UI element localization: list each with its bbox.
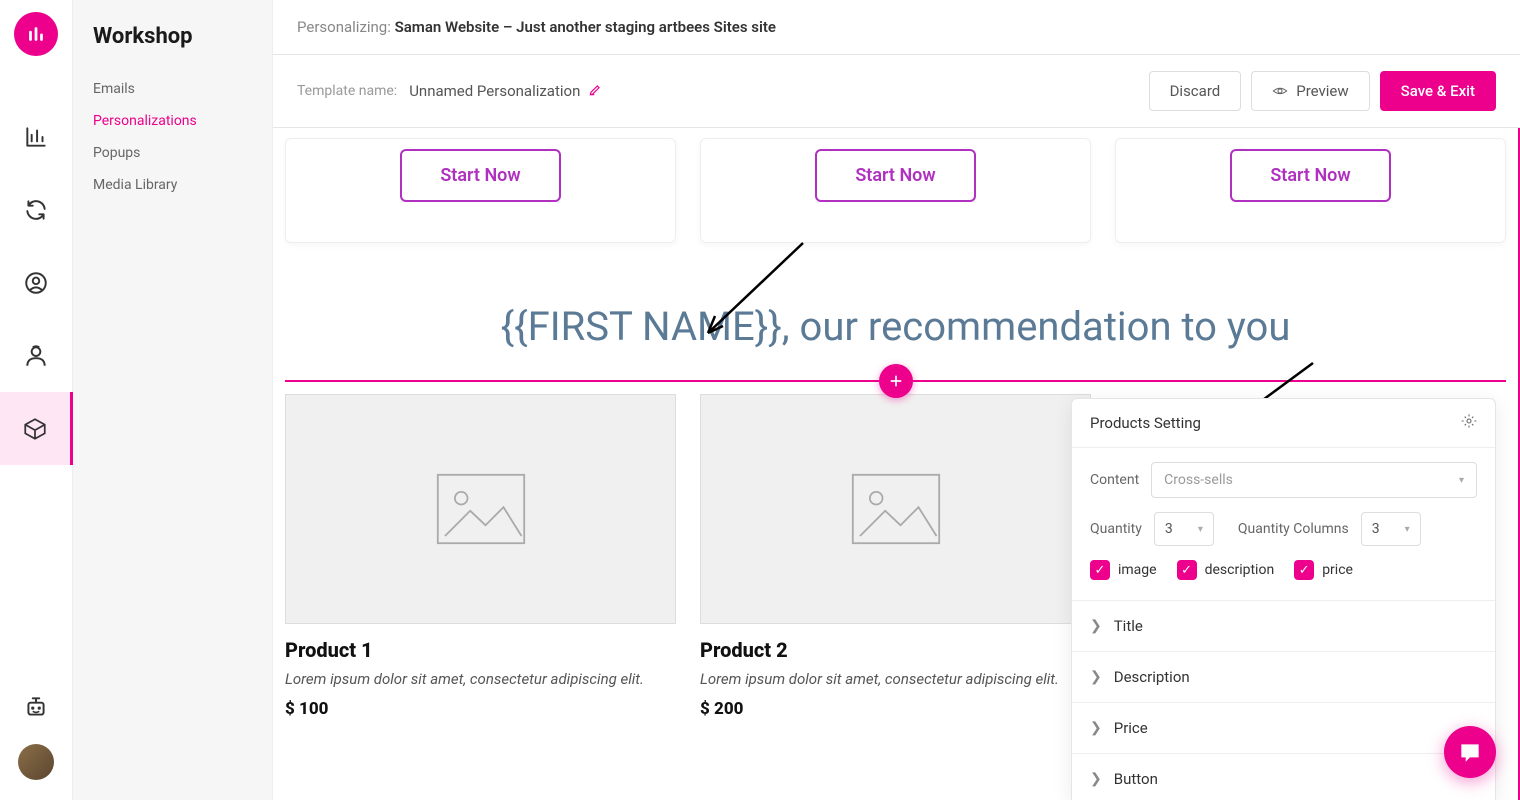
start-now-button[interactable]: Start Now (400, 149, 560, 202)
nav-analytics[interactable] (0, 100, 73, 173)
nav-people[interactable] (0, 319, 73, 392)
promo-card: Start Now (285, 138, 676, 243)
content-select[interactable]: Cross-sells ▾ (1151, 462, 1477, 498)
product-card: Product 1 Lorem ipsum dolor sit amet, co… (285, 394, 676, 744)
description-checkbox[interactable]: ✓ (1177, 560, 1197, 580)
recommendation-headline: {{FIRST NAME}}, our recommendation to yo… (285, 303, 1506, 350)
sidebar: Workshop Emails Personalizations Popups … (73, 0, 273, 800)
product-image-placeholder (700, 394, 1091, 624)
nav-sync[interactable] (0, 173, 73, 246)
accordion-title[interactable]: ❯ Title (1072, 600, 1495, 651)
sidebar-item-personalizations[interactable]: Personalizations (93, 105, 252, 137)
accordion-description[interactable]: ❯ Description (1072, 651, 1495, 702)
description-check-label: description (1205, 562, 1275, 578)
add-section-button[interactable] (879, 364, 913, 398)
columns-select[interactable]: 3 ▾ (1361, 512, 1421, 546)
content-label: Content (1090, 472, 1139, 488)
accordion-price[interactable]: ❯ Price (1072, 702, 1495, 753)
columns-label: Quantity Columns (1238, 521, 1349, 537)
chevron-right-icon: ❯ (1090, 771, 1102, 787)
sidebar-item-emails[interactable]: Emails (93, 73, 252, 105)
chevron-right-icon: ❯ (1090, 720, 1102, 736)
nav-products[interactable] (0, 392, 73, 465)
sidebar-item-media[interactable]: Media Library (93, 169, 252, 201)
topbar-template: Template name: Unnamed Personalization D… (273, 55, 1520, 128)
product-title: Product 1 (285, 638, 676, 662)
price-check-label: price (1322, 562, 1353, 578)
chevron-down-icon: ▾ (1405, 524, 1410, 535)
sidebar-title: Workshop (93, 24, 252, 49)
edit-name-icon[interactable] (588, 82, 602, 101)
price-checkbox[interactable]: ✓ (1294, 560, 1314, 580)
start-now-button[interactable]: Start Now (815, 149, 975, 202)
main-area: Personalizing: Saman Website – Just anot… (273, 0, 1520, 800)
section-divider (285, 380, 1506, 382)
preview-button[interactable]: Preview (1251, 71, 1369, 111)
quantity-select[interactable]: 3 ▾ (1154, 512, 1214, 546)
save-exit-button[interactable]: Save & Exit (1380, 71, 1496, 111)
start-now-button[interactable]: Start Now (1230, 149, 1390, 202)
product-image-placeholder (285, 394, 676, 624)
promo-card: Start Now (700, 138, 1091, 243)
quantity-label: Quantity (1090, 521, 1142, 537)
product-desc: Lorem ipsum dolor sit amet, consectetur … (285, 668, 676, 691)
nav-customers[interactable] (0, 246, 73, 319)
user-avatar[interactable] (18, 744, 54, 780)
product-price: $ 200 (700, 699, 1091, 719)
template-name: Unnamed Personalization (409, 82, 580, 100)
accordion-button[interactable]: ❯ Button (1072, 753, 1495, 800)
chevron-down-icon: ▾ (1459, 475, 1464, 486)
firstname-token: {{FIRST NAME}} (501, 303, 782, 350)
chevron-right-icon: ❯ (1090, 618, 1102, 634)
topbar-context: Personalizing: Saman Website – Just anot… (273, 0, 1520, 55)
app-logo[interactable] (14, 12, 58, 56)
site-name: Saman Website – Just another staging art… (395, 18, 776, 36)
sidebar-item-popups[interactable]: Popups (93, 137, 252, 169)
chevron-right-icon: ❯ (1090, 669, 1102, 685)
promo-card: Start Now (1115, 138, 1506, 243)
icon-rail (0, 0, 73, 800)
personalizing-label: Personalizing: (297, 18, 395, 36)
product-card: Product 2 Lorem ipsum dolor sit amet, co… (700, 394, 1091, 744)
panel-title: Products Setting (1090, 414, 1201, 432)
headline-rest: , our recommendation to you (782, 303, 1291, 350)
discard-button[interactable]: Discard (1149, 71, 1242, 111)
cards-row: Start Now Start Now Start Now (285, 138, 1506, 243)
product-desc: Lorem ipsum dolor sit amet, consectetur … (700, 668, 1091, 691)
products-settings-panel: Products Setting Content Cross-sells ▾ Q… (1071, 398, 1496, 800)
image-check-label: image (1118, 562, 1157, 578)
template-label: Template name: (297, 83, 397, 99)
panel-header: Products Setting (1072, 399, 1495, 448)
nav-bot[interactable] (23, 694, 49, 724)
gear-icon[interactable] (1461, 413, 1477, 433)
image-checkbox[interactable]: ✓ (1090, 560, 1110, 580)
chat-launcher[interactable] (1444, 726, 1496, 778)
chevron-down-icon: ▾ (1198, 524, 1203, 535)
product-title: Product 2 (700, 638, 1091, 662)
product-price: $ 100 (285, 699, 676, 719)
